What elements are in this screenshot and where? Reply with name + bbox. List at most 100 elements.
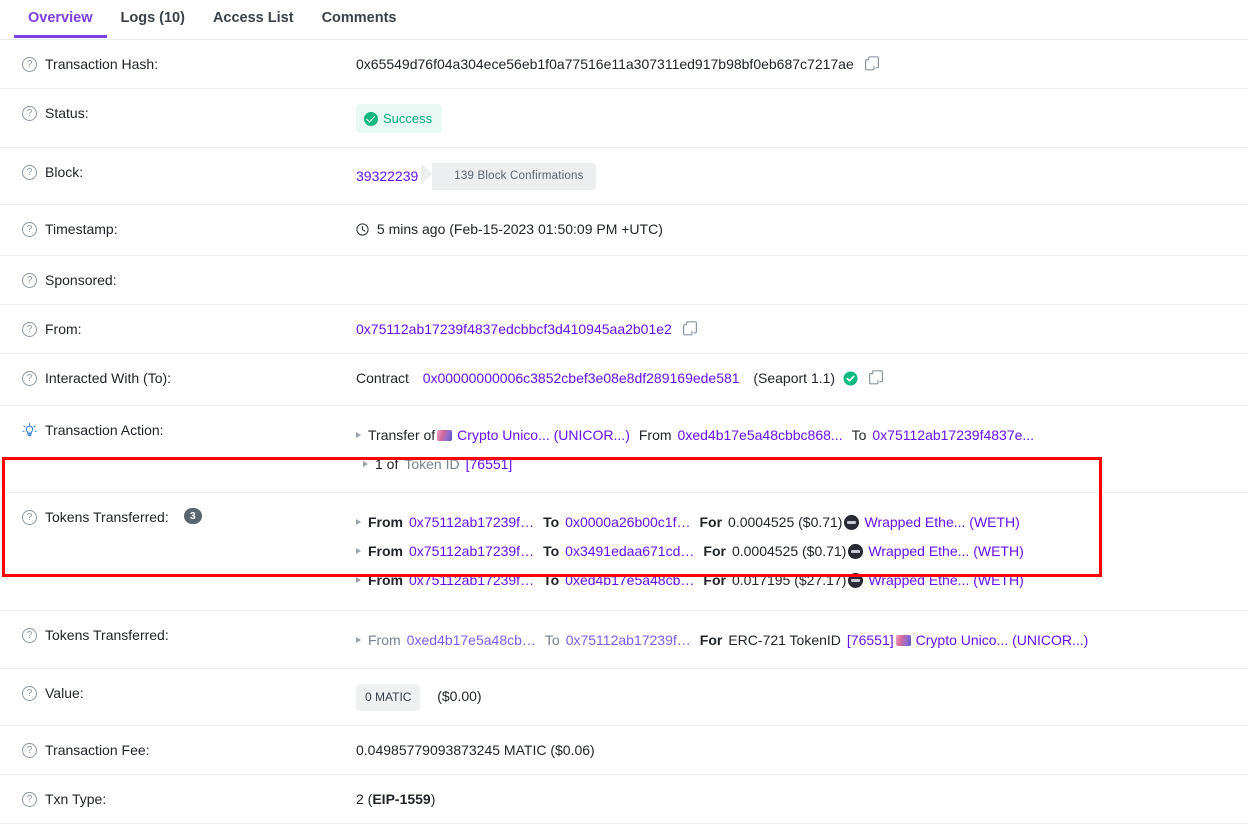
txn-type-prefix: 2 ( <box>356 791 373 807</box>
copy-icon[interactable] <box>868 370 883 385</box>
value-timestamp: 5 mins ago (Feb-15-2023 01:50:09 PM +UTC… <box>356 219 1248 241</box>
label-interacted-with: ? Interacted With (To): <box>22 368 356 388</box>
help-icon[interactable]: ? <box>22 371 37 386</box>
row-txn-type: ? Txn Type: 2 (EIP-1559) <box>0 775 1248 824</box>
label-transaction-hash: ? Transaction Hash: <box>22 54 356 74</box>
tab-access-list[interactable]: Access List <box>199 0 308 37</box>
weth-token-icon <box>848 572 864 588</box>
caret-right-icon <box>356 519 361 525</box>
label-value: ? Value: <box>22 683 356 703</box>
row-from: ? From: 0x75112ab17239f4837edcbbcf3d4109… <box>0 305 1248 354</box>
crypto-unicorn-icon <box>437 429 453 441</box>
label-text: Tokens Transferred: <box>45 509 169 525</box>
help-icon[interactable]: ? <box>22 322 37 337</box>
tab-overview[interactable]: Overview <box>14 0 107 38</box>
help-icon[interactable]: ? <box>22 273 37 288</box>
help-icon[interactable]: ? <box>22 165 37 180</box>
transfer-to-label: To <box>543 514 560 530</box>
label-text: Transaction Hash: <box>45 56 159 72</box>
row-transaction-hash: ? Transaction Hash: 0x65549d76f04a304ece… <box>0 40 1248 89</box>
help-icon[interactable]: ? <box>22 686 37 701</box>
copy-icon[interactable] <box>864 56 879 71</box>
transfer-token-link[interactable]: Crypto Unico... (UNICOR...) <box>916 630 1089 650</box>
transfer-from-label: From <box>368 632 401 648</box>
action-tokenid-link[interactable]: [76551] <box>466 454 513 474</box>
value-tokens-transferred-erc20: From 0x75112ab17239f… To 0x0000a26b00c1f… <box>356 507 1248 594</box>
row-value: ? Value: 0 MATIC ($0.00) <box>0 669 1248 726</box>
transfer-for-label: For <box>703 543 726 559</box>
from-address-link[interactable]: 0x75112ab17239f4837edcbbcf3d410945aa2b01… <box>356 321 672 337</box>
help-icon[interactable]: ? <box>22 743 37 758</box>
row-transaction-fee: ? Transaction Fee: 0.04985779093873245 M… <box>0 726 1248 775</box>
transfer-from-link[interactable]: 0x75112ab17239f… <box>409 512 534 532</box>
label-text: Interacted With (To): <box>45 370 172 386</box>
token-transfer-row: From 0xed4b17e5a48cb… To 0x75112ab17239f… <box>356 626 1248 654</box>
label-text: Transaction Fee: <box>45 742 150 758</box>
value-from: 0x75112ab17239f4837edcbbcf3d410945aa2b01… <box>356 319 1248 339</box>
help-icon[interactable]: ? <box>22 222 37 237</box>
value-interacted-with: Contract 0x00000000006c3852cbef3e08e8df2… <box>356 368 1248 391</box>
transfer-to-label: To <box>544 632 560 648</box>
help-icon[interactable]: ? <box>22 510 37 525</box>
transfer-to-label: To <box>543 543 560 559</box>
transfer-to-link[interactable]: 0x75112ab17239f… <box>566 630 691 650</box>
transfer-amount: 0.017195 ($27.17) <box>731 572 847 588</box>
help-icon[interactable]: ? <box>22 792 37 807</box>
value-tokens-transferred-erc721: From 0xed4b17e5a48cb… To 0x75112ab17239f… <box>356 625 1248 654</box>
label-txn-type: ? Txn Type: <box>22 789 356 809</box>
token-transfer-count-badge: 3 <box>183 508 202 524</box>
caret-right-icon <box>356 637 361 643</box>
action-token-link[interactable]: Crypto Unico... (UNICOR...) <box>457 425 630 445</box>
value-transaction-action: Transfer of Crypto Unico... (UNICOR...) … <box>356 420 1248 478</box>
transfer-to-link[interactable]: 0xed4b17e5a48cb… <box>565 570 694 590</box>
lightbulb-icon <box>22 423 37 438</box>
value-txn-type: 2 (EIP-1559) <box>356 789 1248 809</box>
action-tokenid-label: Token ID <box>404 456 460 472</box>
caret-right-icon <box>356 432 361 438</box>
label-block: ? Block: <box>22 162 356 182</box>
label-from: ? From: <box>22 319 356 339</box>
copy-icon[interactable] <box>682 321 697 336</box>
row-sponsored: ? Sponsored: <box>0 256 1248 305</box>
label-timestamp: ? Timestamp: <box>22 219 356 239</box>
help-icon[interactable]: ? <box>22 57 37 72</box>
status-badge: Success <box>356 104 443 133</box>
label-text: Sponsored: <box>45 272 117 288</box>
help-icon[interactable]: ? <box>22 628 37 643</box>
transfer-from-link[interactable]: 0x75112ab17239f… <box>409 570 534 590</box>
transaction-hash-text: 0x65549d76f04a304ece56eb1f0a77516e11a307… <box>356 56 854 72</box>
contract-name: (Seaport 1.1) <box>753 370 836 386</box>
transfer-from-link[interactable]: 0xed4b17e5a48cb… <box>407 630 536 650</box>
token-transfer-row: From 0x75112ab17239f… To 0xed4b17e5a48cb… <box>356 565 1248 594</box>
label-text: From: <box>45 321 82 337</box>
verified-check-icon <box>843 371 858 391</box>
transfer-tokenid-link[interactable]: [76551] <box>847 630 894 650</box>
crypto-unicorn-icon <box>895 634 911 646</box>
txn-type-name: EIP-1559 <box>372 791 431 807</box>
tab-comments[interactable]: Comments <box>308 0 411 37</box>
transfer-from-label: From <box>368 543 403 559</box>
contract-address-link[interactable]: 0x00000000006c3852cbef3e08e8df289169ede5… <box>423 370 740 386</box>
transfer-token-link[interactable]: Wrapped Ethe... (WETH) <box>864 512 1019 532</box>
transfer-amount: 0.0004525 ($0.71) <box>728 514 843 530</box>
transfer-standard: ERC-721 TokenID <box>728 632 841 648</box>
label-transaction-action: Transaction Action: <box>22 420 356 440</box>
help-icon[interactable]: ? <box>22 106 37 121</box>
action-prefix: Transfer of <box>368 427 436 443</box>
row-tokens-transferred-erc721: ? Tokens Transferred: From 0xed4b17e5a48… <box>0 611 1248 669</box>
tab-logs[interactable]: Logs (10) <box>107 0 199 37</box>
transfer-from-label: From <box>368 514 403 530</box>
action-from-address-link[interactable]: 0xed4b17e5a48cbbc868... <box>678 425 843 445</box>
action-to-address-link[interactable]: 0x75112ab17239f4837e... <box>872 425 1034 445</box>
action-from-label: From <box>638 427 672 443</box>
transfer-token-link[interactable]: Wrapped Ethe... (WETH) <box>868 541 1023 561</box>
row-tokens-transferred-erc20: ? Tokens Transferred: 3 From 0x75112ab17… <box>0 493 1248 611</box>
transfer-for-label: For <box>699 514 723 530</box>
row-block: ? Block: 39322239 139 Block Confirmation… <box>0 148 1248 205</box>
transfer-to-link[interactable]: 0x0000a26b00c1f… <box>565 512 690 532</box>
transfer-from-link[interactable]: 0x75112ab17239f… <box>409 541 534 561</box>
transfer-to-link[interactable]: 0x3491edaa671cd… <box>565 541 694 561</box>
transfer-token-link[interactable]: Wrapped Ethe... (WETH) <box>868 570 1023 590</box>
action-qty: 1 of <box>375 456 399 472</box>
block-number-link[interactable]: 39322239 <box>356 167 418 186</box>
